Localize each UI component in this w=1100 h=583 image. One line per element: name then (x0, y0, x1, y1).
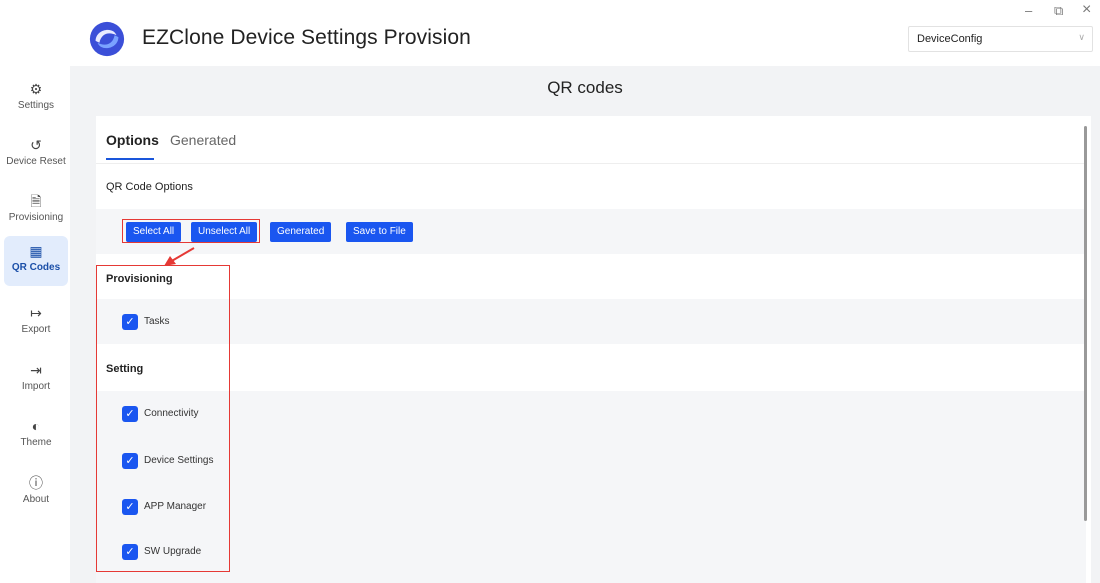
sidebar-item-label: Settings (17, 100, 55, 111)
import-icon: ⇥ (30, 362, 42, 378)
section-title: QR Code Options (106, 181, 193, 193)
app-title: EZClone Device Settings Provision (142, 26, 471, 49)
device-config-select[interactable]: DeviceConfig ∨ (908, 26, 1093, 52)
theme-icon: ◐ (31, 418, 41, 434)
minimize-button[interactable]: – (1025, 3, 1032, 18)
option-row (96, 299, 1086, 344)
sidebar-item-theme[interactable]: ◐ Theme (4, 411, 68, 461)
options-panel: Options Generated QR Code Options Select… (96, 116, 1091, 583)
sidebar-item-label: About (22, 494, 50, 505)
sidebar-item-provisioning[interactable]: 🗎 Provisioning (4, 186, 68, 236)
tab-options[interactable]: Options (106, 132, 159, 148)
tab-generated[interactable]: Generated (170, 132, 236, 148)
annotation-arrow-icon (164, 247, 195, 266)
provisioning-icon: 🗎 (30, 193, 42, 209)
divider (96, 163, 1086, 164)
sidebar-item-label: Export (21, 324, 51, 335)
close-button[interactable]: × (1082, 1, 1091, 19)
qr-code-icon: ▦ (29, 243, 43, 259)
sidebar-item-export[interactable]: ↦ Export (4, 298, 68, 348)
sidebar-item-label: Import (21, 381, 51, 392)
title-bar: EZClone Device Settings Provision Device… (0, 0, 1100, 66)
app-window: EZClone Device Settings Provision Device… (0, 0, 1100, 583)
app-logo-icon (89, 21, 125, 57)
info-icon: ⓘ (29, 475, 43, 491)
sidebar-item-label: Provisioning (8, 212, 64, 223)
export-icon: ↦ (30, 305, 42, 321)
reset-icon: ↺ (30, 137, 42, 153)
annotation-highlight-box (122, 219, 260, 243)
scrollbar[interactable] (1084, 126, 1087, 521)
option-list (96, 391, 1086, 583)
sidebar-item-qr-codes[interactable]: ▦ QR Codes (4, 236, 68, 286)
sidebar-item-label: Device Reset (6, 156, 66, 167)
page-title: QR codes (547, 78, 623, 97)
sidebar-item-import[interactable]: ⇥ Import (4, 355, 68, 405)
sidebar-item-about[interactable]: ⓘ About (4, 468, 68, 518)
device-config-value: DeviceConfig (917, 33, 983, 45)
sidebar-item-label: Theme (20, 437, 52, 448)
restore-button[interactable]: ⧉ (1054, 3, 1063, 19)
gear-icon: ⚙ (29, 81, 43, 97)
sidebar: ⚙ Settings ↺ Device Reset 🗎 Provisioning… (0, 66, 70, 583)
sidebar-item-settings[interactable]: ⚙ Settings (4, 74, 68, 124)
sidebar-item-label: QR Codes (11, 262, 61, 273)
save-to-file-button[interactable]: Save to File (346, 222, 413, 242)
generated-button[interactable]: Generated (270, 222, 332, 242)
sidebar-item-device-reset[interactable]: ↺ Device Reset (4, 130, 68, 180)
chevron-down-icon: ∨ (1078, 32, 1085, 42)
active-tab-indicator (106, 158, 154, 160)
annotation-options-box (96, 265, 230, 572)
